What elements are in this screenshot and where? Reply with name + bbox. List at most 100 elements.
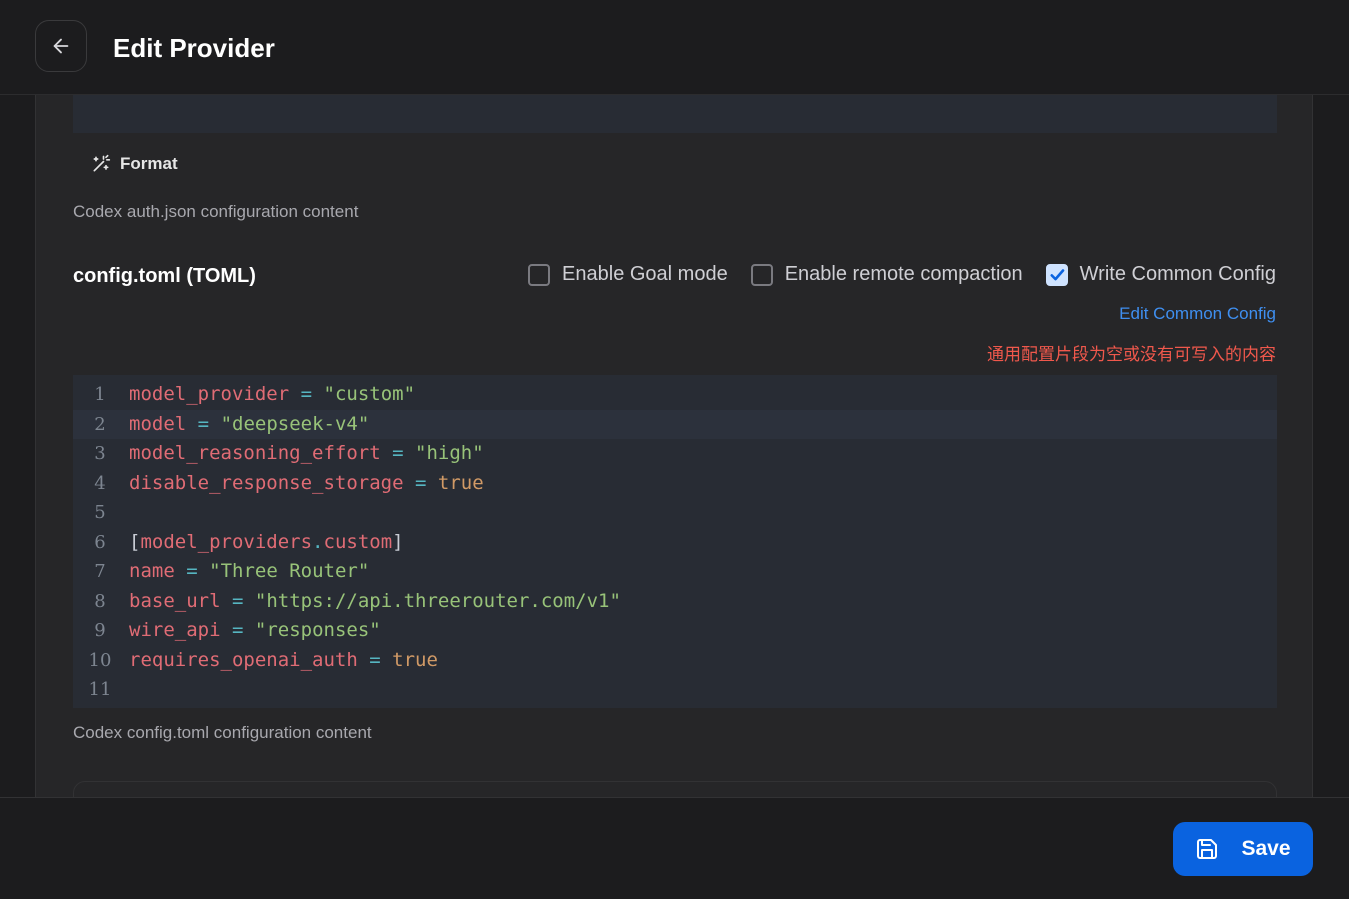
- code-token: disable_response_storage: [129, 471, 404, 494]
- code-token: =: [231, 619, 244, 641]
- code-text: disable_response_storage = true: [127, 469, 484, 499]
- code-token: true: [392, 648, 438, 671]
- back-button[interactable]: [35, 20, 87, 72]
- auth-json-editor[interactable]: [73, 95, 1277, 133]
- line-number: 3: [94, 443, 106, 464]
- floppy-disk-icon: [1197, 839, 1218, 859]
- checkbox-label: Write Common Config: [1079, 263, 1276, 285]
- checkbox-label: Enable remote compaction: [784, 263, 1023, 285]
- code-line[interactable]: 3 model_reasoning_effort = "high": [73, 439, 1277, 469]
- common-config-warning: 通用配置片段为空或没有可写入的内容: [987, 345, 1276, 364]
- code-line[interactable]: 5: [73, 498, 1277, 528]
- line-number: 4: [94, 472, 106, 494]
- code-line[interactable]: 4 disable_response_storage = true: [73, 469, 1277, 499]
- code-token: "https://api.threerouter.com/v1": [254, 589, 621, 612]
- checkbox-label: Enable Goal mode: [562, 263, 728, 285]
- code-token: model_provider: [129, 383, 290, 405]
- code-line[interactable]: 7 name = "Three Router": [73, 557, 1277, 587]
- arrow-left-icon: [53, 38, 69, 54]
- code-token: base_url: [129, 589, 221, 612]
- code-token: [: [129, 530, 141, 553]
- next-section-card: [73, 781, 1277, 797]
- header: Edit Provider: [0, 0, 1349, 95]
- code-token: requires_openai_auth: [129, 648, 358, 671]
- code-text: model_reasoning_effort = "high": [127, 439, 484, 469]
- auth-json-hint: Codex auth.json configuration content: [73, 202, 359, 221]
- code-token: "responses": [254, 619, 381, 641]
- line-number: 1: [94, 384, 106, 405]
- code-token: model: [129, 412, 187, 435]
- code-text: base_url = "https://api.threerouter.com/…: [127, 587, 621, 617]
- code-line[interactable]: 2 model = "deepseek-v4": [73, 409, 1277, 440]
- save-button[interactable]: Save: [1173, 822, 1313, 876]
- write-common-config-checkbox[interactable]: Write Common Config: [1045, 263, 1276, 286]
- code-line[interactable]: 9 wire_api = "responses": [73, 616, 1277, 646]
- save-label: Save: [1241, 837, 1291, 860]
- code-token: true: [437, 471, 484, 494]
- line-number: 6: [94, 531, 106, 553]
- code-line[interactable]: 10 requires_openai_auth = true: [73, 646, 1277, 676]
- code-text: requires_openai_auth = true: [127, 646, 438, 676]
- enable-goal-mode-checkbox[interactable]: Enable Goal mode: [528, 263, 728, 286]
- code-token: "high": [415, 442, 484, 464]
- code-token: =: [369, 648, 381, 671]
- config-options: Enable Goal mode Enable remote compactio…: [528, 263, 1276, 286]
- line-number: 9: [94, 620, 106, 641]
- code-token: "Three Router": [209, 560, 370, 582]
- code-token: model_providers: [140, 530, 313, 553]
- line-number: 5: [94, 502, 106, 523]
- code-text: model = "deepseek-v4": [127, 410, 369, 440]
- magic-wand-icon: [93, 154, 111, 172]
- line-number: 2: [94, 413, 106, 435]
- line-number: 8: [94, 590, 106, 612]
- code-token: custom: [323, 530, 393, 553]
- checkbox-box[interactable]: [528, 263, 551, 286]
- form-panel: Format Codex auth.json configuration con…: [35, 95, 1313, 797]
- code-text: name = "Three Router": [127, 557, 369, 587]
- edit-common-config-link[interactable]: Edit Common Config: [1119, 304, 1276, 324]
- code-token: =: [392, 442, 404, 464]
- code-text: [model_providers.custom]: [127, 528, 404, 558]
- code-token: "custom": [323, 383, 416, 405]
- code-token: name: [129, 560, 175, 582]
- code-text: wire_api = "responses": [127, 616, 381, 646]
- code-token: "deepseek-v4": [220, 412, 370, 435]
- config-toml-editor[interactable]: 1 model_provider = "custom" 2 model = "deep…: [73, 375, 1277, 708]
- checkbox-box[interactable]: [750, 263, 773, 286]
- code-token: model_reasoning_effort: [129, 442, 381, 464]
- code-token: wire_api: [129, 619, 221, 641]
- checkmark-icon: [1050, 268, 1064, 280]
- code-line[interactable]: 6 [model_providers.custom]: [73, 528, 1277, 558]
- checkbox-box[interactable]: [1045, 263, 1068, 286]
- format-button[interactable]: Format: [91, 154, 178, 174]
- code-text: model_provider = "custom": [127, 380, 415, 410]
- page-title: Edit Provider: [113, 33, 275, 63]
- code-line[interactable]: 1 model_provider = "custom": [73, 380, 1277, 410]
- code-token: ]: [392, 530, 404, 553]
- line-number: 10: [88, 649, 112, 671]
- code-line[interactable]: 11: [73, 675, 1277, 705]
- code-line[interactable]: 8 base_url = "https://api.threerouter.com…: [73, 587, 1277, 617]
- format-label: Format: [120, 154, 178, 173]
- code-token: =: [186, 560, 198, 582]
- code-token: =: [197, 412, 210, 435]
- enable-remote-compaction-checkbox[interactable]: Enable remote compaction: [750, 263, 1023, 286]
- code-token: =: [415, 471, 427, 494]
- line-number: 7: [94, 561, 106, 582]
- config-toml-hint: Codex config.toml configuration content: [73, 723, 372, 742]
